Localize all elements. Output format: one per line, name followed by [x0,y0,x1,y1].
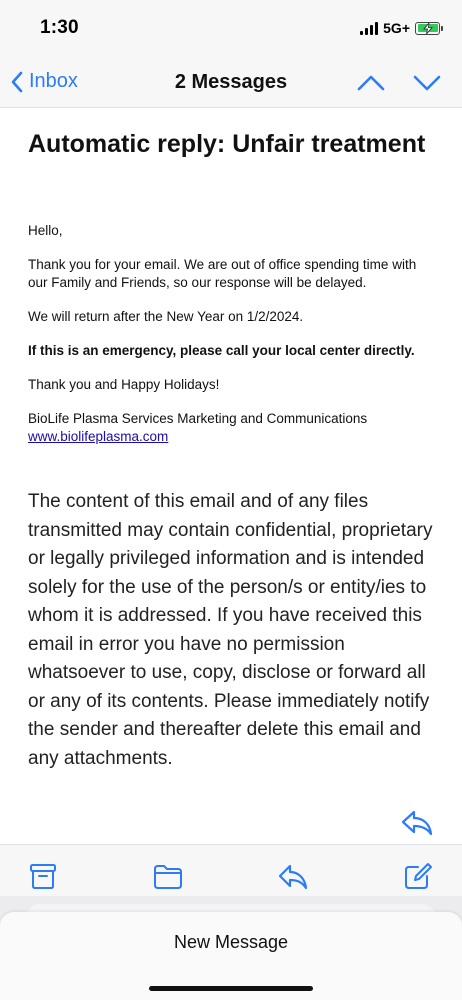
return-date-paragraph: We will return after the New Year on 1/2… [28,309,304,324]
status-bar: 1:30 5G+ [0,0,462,58]
archive-icon [30,864,56,889]
email-disclaimer: The content of this email and of any fil… [28,491,433,769]
previous-message-button[interactable] [356,70,386,96]
signature-text: BioLife Plasma Services Marketing and Co… [28,411,368,426]
email-content[interactable]: Automatic reply: Unfair treatment Hello,… [0,108,462,844]
email-subject: Automatic reply: Unfair treatment [28,130,426,158]
inline-reply-button[interactable] [400,808,434,836]
body-paragraph: Thank you for your email. We are out of … [28,257,417,290]
reply-icon [278,864,308,890]
network-type: 5G+ [383,20,410,36]
compose-icon [405,863,432,889]
back-label: Inbox [29,70,78,92]
home-indicator[interactable] [149,986,313,991]
next-message-button[interactable] [412,70,442,96]
compose-button[interactable] [402,861,434,891]
reply-icon [401,810,433,836]
back-button[interactable]: Inbox [10,70,78,93]
status-time: 1:30 [40,17,79,38]
chevron-down-icon [413,75,441,91]
greeting: Hello, [28,223,63,238]
move-to-folder-button[interactable] [152,861,184,891]
chevron-up-icon [357,75,385,91]
signature: BioLife Plasma Services Marketing and Co… [28,410,438,446]
new-message-title[interactable]: New Message [0,932,462,953]
emergency-notice: If this is an emergency, please call you… [28,343,415,358]
folder-icon [154,865,182,889]
battery-icon [415,21,443,35]
message-navigation [356,70,442,96]
navigation-bar: Inbox 2 Messages [0,58,462,108]
closing: Thank you and Happy Holidays! [28,377,220,392]
reply-button[interactable] [277,861,309,891]
chevron-left-icon [11,71,23,92]
signal-icon [360,21,379,35]
archive-button[interactable] [27,861,59,891]
website-link[interactable]: www.biolifeplasma.com [28,429,168,444]
email-body: Hello, Thank you for your email. We are … [28,222,438,446]
status-indicators: 5G+ [360,20,443,36]
charging-bolt-icon [423,22,433,34]
